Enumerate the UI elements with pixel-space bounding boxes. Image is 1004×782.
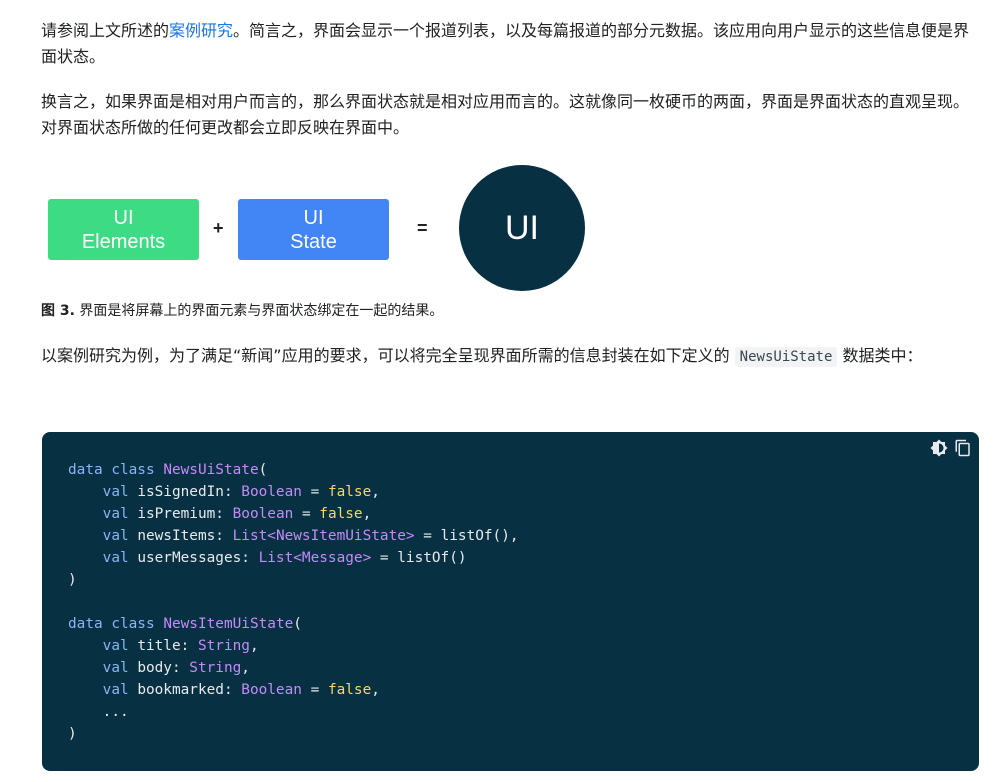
code-line: val newsItems: List<NewsItemUiState> = l…: [68, 528, 519, 544]
code-line: val title: String,: [68, 638, 259, 654]
case-study-link[interactable]: 案例研究: [169, 21, 233, 40]
code-line: data class NewsUiState(: [68, 462, 267, 478]
code-token: val: [102, 682, 138, 698]
code-token: (: [293, 616, 302, 632]
equals-sign: =: [417, 218, 428, 238]
code-block: data class NewsUiState( val isSignedIn: …: [42, 432, 979, 771]
explanation-paragraph: 换言之，如果界面是相对用户而言的，那么界面状态就是相对应用而言的。这就像同一枚硬…: [41, 92, 970, 137]
case-study-text-start: 以案例研究为例，为了满足“新闻”应用的要求，可以将完全呈现界面所需的信息封装在如…: [41, 346, 735, 365]
code-token: ...: [68, 704, 129, 720]
intro-text-start: 请参阅上文所述的: [41, 21, 170, 40]
code-token: val: [102, 638, 138, 654]
code-line: val body: String,: [68, 660, 250, 676]
code-line: data class NewsItemUiState(: [68, 616, 302, 632]
code-token: NewsUiState: [163, 462, 259, 478]
code-token: ,: [371, 484, 380, 500]
caption-label: 图 3.: [41, 303, 75, 319]
inline-code-newsuistate: NewsUiState: [734, 347, 838, 367]
code-token: data class: [68, 616, 164, 632]
code-token: List<Message>: [258, 550, 372, 566]
code-token: (: [258, 462, 268, 478]
code-token: isPremium:: [137, 506, 233, 522]
ui-state-box-line1: UI: [303, 206, 324, 229]
ui-result-label: UI: [505, 208, 539, 247]
case-study-paragraph: 以案例研究为例，为了满足“新闻”应用的要求，可以将完全呈现界面所需的信息封装在如…: [41, 343, 981, 370]
case-study-text-end: 数据类中：: [837, 346, 923, 365]
code-token: = listOf(),: [414, 528, 519, 544]
code-line: ): [68, 726, 77, 742]
code-token: val: [102, 660, 138, 676]
ui-elements-box-line2: Elements: [81, 230, 166, 253]
code-token: val: [102, 528, 138, 544]
code-token: data class: [68, 462, 164, 478]
ui-elements-box: UI Elements: [48, 199, 199, 260]
code-token: isSignedIn:: [137, 484, 242, 500]
code-line: ): [68, 572, 77, 588]
theme-toggle-button[interactable]: [929, 438, 949, 458]
ui-elements-box-line1: UI: [113, 206, 134, 229]
code-content: data class NewsUiState( val isSignedIn: …: [68, 459, 519, 745]
code-token: Boolean: [232, 506, 294, 522]
caption-text: 界面是将屏幕上的界面元素与界面状态绑定在一起的结果。: [74, 303, 444, 319]
code-token: ): [68, 726, 77, 742]
theme-toggle-icon: [930, 439, 948, 457]
plus-sign: +: [213, 218, 224, 238]
code-token: Boolean: [241, 682, 302, 698]
code-line: ...: [68, 704, 129, 720]
code-token: ,: [371, 682, 380, 698]
code-line: val isSignedIn: Boolean = false,: [68, 484, 380, 500]
code-token: false: [327, 484, 372, 500]
code-token: ): [68, 572, 77, 588]
code-token: newsItems:: [137, 528, 233, 544]
code-line: val bookmarked: Boolean = false,: [68, 682, 380, 698]
code-token: userMessages:: [137, 550, 259, 566]
code-token: = listOf(): [371, 550, 467, 566]
code-token: false: [319, 506, 363, 522]
code-token: body:: [137, 660, 190, 676]
ui-state-box: UI State: [238, 199, 389, 260]
code-token: val: [102, 484, 138, 500]
code-token: val: [102, 550, 138, 566]
code-token: String: [189, 660, 242, 676]
code-line: val isPremium: Boolean = false,: [68, 506, 372, 522]
intro-paragraph: 请参阅上文所述的案例研究。简言之，界面会显示一个报道列表，以及每篇报道的部分元数…: [41, 18, 981, 70]
code-token: =: [301, 484, 328, 500]
code-token: List<NewsItemUiState>: [232, 528, 415, 544]
code-token: ,: [362, 506, 372, 522]
code-token: bookmarked:: [137, 682, 242, 698]
code-token: val: [102, 506, 138, 522]
figure-caption: 图 3. 界面是将屏幕上的界面元素与界面状态绑定在一起的结果。: [41, 301, 443, 321]
copy-code-button[interactable]: [953, 438, 973, 458]
code-line: val userMessages: List<Message> = listOf…: [68, 550, 467, 566]
copy-icon: [955, 439, 970, 457]
code-token: ,: [249, 638, 259, 654]
code-token: ,: [241, 660, 250, 676]
code-token: =: [301, 682, 328, 698]
code-token: NewsItemUiState: [163, 616, 294, 632]
code-token: false: [327, 682, 372, 698]
ui-result-circle: UI: [459, 165, 585, 291]
code-token: String: [197, 638, 250, 654]
ui-state-box-line2: State: [290, 230, 337, 253]
code-toolbar: [929, 438, 973, 458]
code-token: title:: [137, 638, 198, 654]
code-token: Boolean: [241, 484, 302, 500]
code-token: =: [293, 506, 320, 522]
